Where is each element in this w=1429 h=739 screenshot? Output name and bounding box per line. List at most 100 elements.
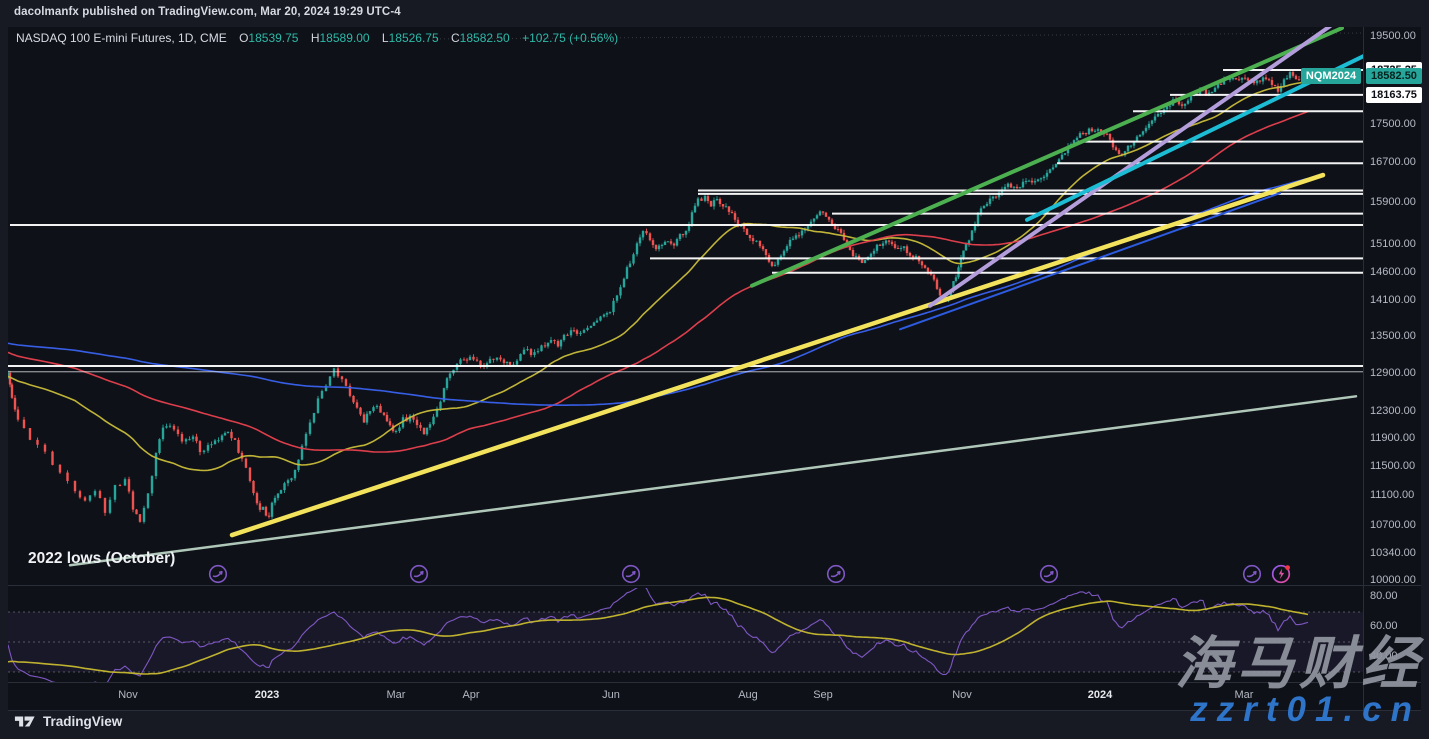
candle-body: [268, 516, 270, 517]
candle-body: [855, 256, 857, 257]
candle-body: [309, 423, 311, 434]
candle-body: [1076, 138, 1078, 140]
candle-body: [333, 368, 335, 376]
candle-body: [713, 200, 715, 206]
candle-body: [249, 468, 251, 481]
candle-body: [398, 427, 400, 431]
futures-roll-arrow-icon[interactable]: [408, 563, 430, 585]
candle-body: [1139, 135, 1141, 137]
candle-body: [629, 264, 631, 268]
price-axis-label: 14100.00: [1370, 294, 1416, 306]
candle-body: [819, 211, 821, 215]
alert-flash-icon[interactable]: [1270, 563, 1292, 585]
candle-body: [619, 287, 621, 295]
candle-body: [704, 196, 706, 201]
candle-body: [476, 360, 478, 361]
price-axis-label: 10700.00: [1370, 519, 1416, 531]
candle-body: [1025, 181, 1027, 182]
pane-separator-top[interactable]: [8, 585, 1421, 586]
open-value: 18539.75: [248, 31, 298, 45]
candle-body: [280, 490, 282, 494]
candle-body: [217, 440, 219, 441]
candle-body: [822, 211, 824, 212]
candle-body: [691, 212, 693, 224]
candle-body: [199, 441, 201, 452]
candle-body: [503, 360, 505, 364]
candle-body: [1274, 85, 1276, 86]
time-axis[interactable]: Nov2023MarAprJunAugSepNov2024Mar: [8, 683, 1363, 710]
candle-body: [185, 439, 187, 441]
candle-body: [801, 231, 803, 236]
candle-body: [227, 432, 229, 433]
contract-badge[interactable]: NQM2024: [1301, 68, 1361, 84]
candle-body: [876, 245, 878, 251]
candle-body: [1241, 78, 1243, 80]
candle-body: [813, 218, 815, 221]
candle-body: [879, 245, 881, 246]
candle-body: [1283, 79, 1285, 86]
candle-body: [783, 251, 785, 256]
candle-body: [798, 235, 800, 236]
candle-body: [506, 362, 508, 363]
candle-body: [722, 204, 724, 206]
price-axis-label: 16700.00: [1370, 156, 1416, 168]
candle-body: [496, 358, 498, 360]
candle-body: [873, 251, 875, 254]
candle-body: [277, 494, 279, 498]
futures-roll-arrow-icon[interactable]: [620, 563, 642, 585]
candle-body: [203, 451, 205, 452]
candle-body: [891, 242, 893, 244]
candle-body: [725, 206, 727, 207]
price-axis-label: 14600.00: [1370, 266, 1416, 278]
candle-body: [1115, 147, 1117, 150]
candle-body: [109, 500, 111, 513]
candle-body: [1259, 81, 1261, 82]
candle-body: [655, 245, 657, 249]
tradingview-footer[interactable]: TradingView: [14, 714, 122, 729]
candle-body: [1142, 131, 1144, 134]
candle-body: [707, 196, 709, 201]
candle-body: [547, 343, 549, 347]
rsi-indicator-pane[interactable]: [8, 588, 1363, 682]
futures-roll-arrow-icon[interactable]: [1038, 563, 1060, 585]
candle-body: [962, 250, 964, 257]
candle-body: [734, 213, 736, 220]
candle-body: [188, 439, 190, 440]
candle-body: [759, 241, 761, 246]
price-level-badge[interactable]: 18163.75: [1366, 87, 1422, 103]
futures-roll-arrow-icon[interactable]: [1241, 563, 1263, 585]
candle-body: [746, 229, 748, 235]
candle-body: [560, 340, 562, 346]
candle-body: [36, 440, 38, 445]
candle-body: [177, 429, 179, 433]
candle-body: [840, 229, 842, 233]
candle-body: [971, 230, 973, 240]
symbol-legend[interactable]: NASDAQ 100 E-mini Futures, 1D, CME O1853…: [16, 31, 618, 45]
price-axis[interactable]: 19500.0017500.0016700.0015900.0015100.00…: [1364, 27, 1424, 710]
current-price-badge[interactable]: 18582.50: [1366, 68, 1422, 84]
futures-roll-arrow-icon[interactable]: [825, 563, 847, 585]
candle-body: [313, 413, 315, 423]
candle-body: [1061, 155, 1063, 160]
main-price-pane[interactable]: [8, 27, 1363, 584]
candle-body: [147, 493, 149, 508]
candle-body: [1022, 182, 1024, 187]
candle-body: [1034, 181, 1036, 182]
rsi-axis-label: 80.00: [1370, 590, 1398, 602]
candle-body: [1109, 134, 1111, 140]
candle-body: [989, 199, 991, 204]
futures-roll-arrow-icon[interactable]: [207, 563, 229, 585]
candle-body: [609, 312, 611, 313]
candle-body: [903, 246, 905, 248]
candle-body: [1046, 173, 1048, 177]
candle-body: [14, 398, 16, 410]
price-axis-label: 10340.00: [1370, 547, 1416, 559]
candle-body: [1145, 128, 1147, 131]
candle-body: [1184, 104, 1186, 106]
candle-body: [1244, 78, 1246, 79]
candle-body: [449, 374, 451, 379]
candle-body: [593, 322, 595, 325]
candle-body: [143, 508, 145, 522]
candle-body: [1154, 116, 1156, 120]
candle-body: [664, 242, 666, 245]
